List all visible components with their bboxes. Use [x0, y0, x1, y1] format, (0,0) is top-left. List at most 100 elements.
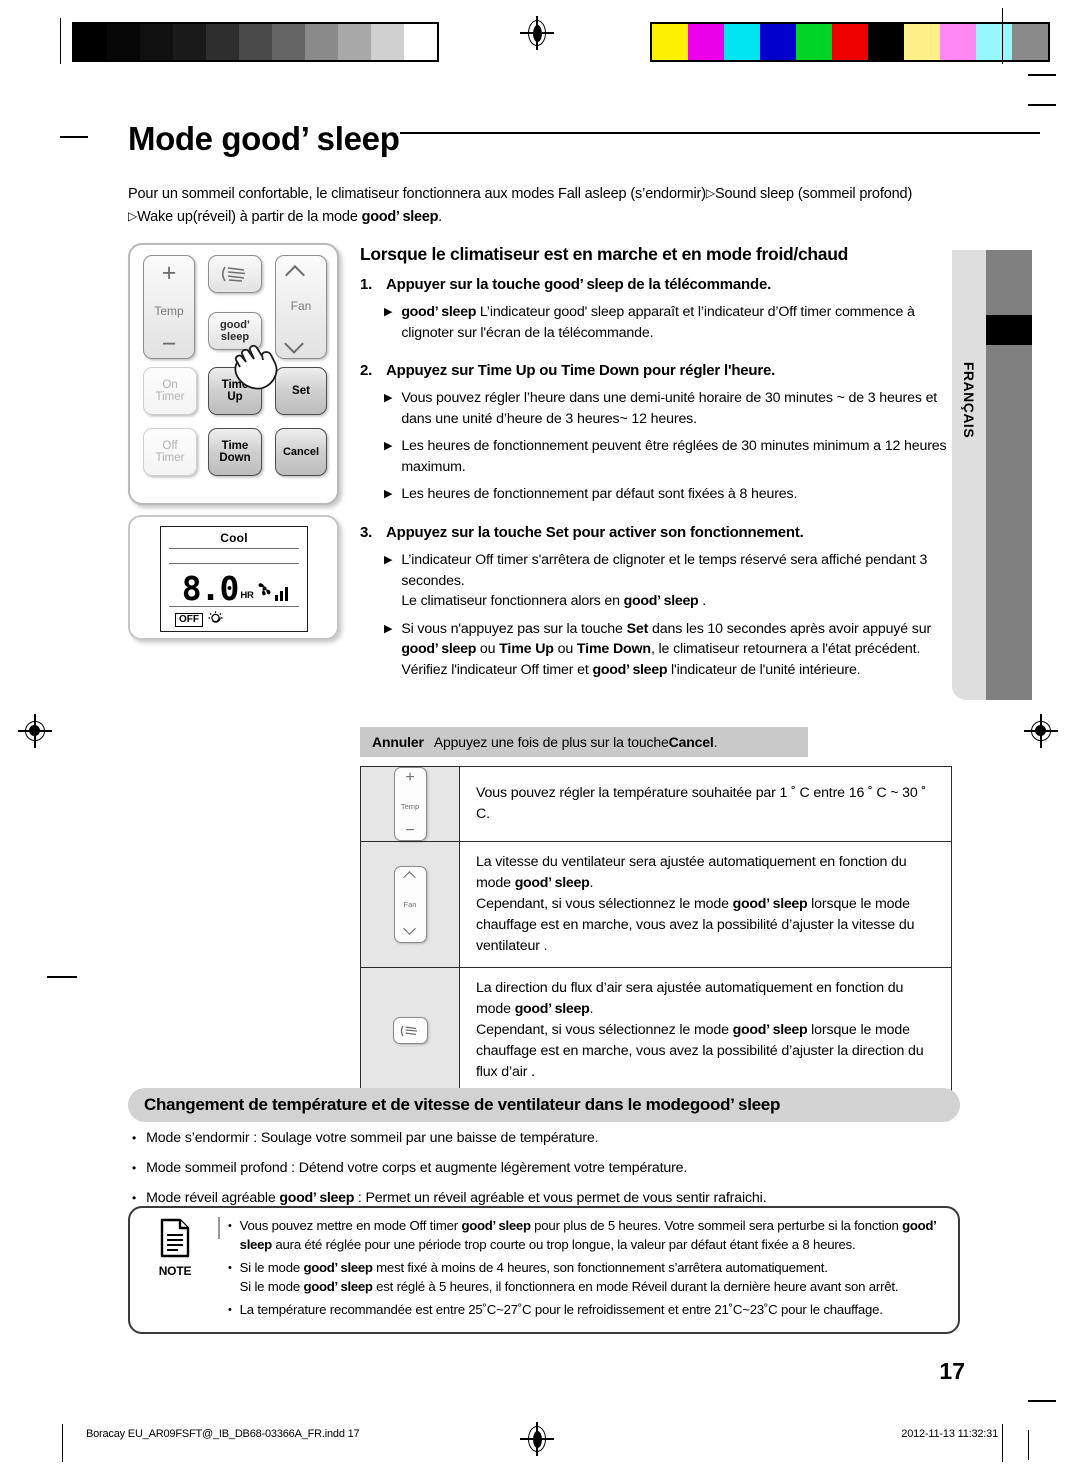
note-item-2: Si le mode good’ sleep mest fixé à moins…	[240, 1259, 899, 1296]
n1-p3: aura été réglée pour une période trop co…	[271, 1236, 856, 1252]
table-icon-cell-temp: + Temp −	[360, 766, 460, 842]
thumb-index-marker	[986, 315, 1032, 345]
remote-on-timer-key[interactable]: On Timer	[143, 367, 197, 415]
section-band-heading: Changement de température et de vitesse …	[128, 1088, 960, 1122]
step-2-sub-2: ▶ Les heures de fonctionnement peuvent ê…	[360, 436, 960, 477]
remote-temp-key[interactable]: + Temp −	[143, 255, 195, 359]
step-1-brand: good’ sleep	[544, 276, 624, 293]
good-sleep-indicator-icon	[207, 610, 224, 630]
chevron-up-icon	[404, 873, 416, 880]
step-2-sub-1-text: Vous pouvez régler l’heure dans une demi…	[401, 390, 938, 427]
remote-time-down-key[interactable]: Time Down	[208, 428, 262, 476]
intro-paragraph: Pour un sommeil confortable, le climatis…	[128, 182, 958, 228]
table-text-cell-temp: Vous pouvez régler la température souhai…	[459, 766, 952, 842]
page-title-brand: good’ sleep	[221, 120, 400, 157]
step-3-sub-1-line1: L’indicateur Off timer s'arrêtera de cli…	[401, 552, 928, 589]
lcd-mode-label: Cool	[220, 531, 248, 545]
n2-l2p1: Si le mode	[239, 1278, 304, 1294]
band-brand: good’ sleep	[689, 1095, 781, 1114]
n2-p2: mest fixé à moins de 4 heures, son fonct…	[372, 1260, 828, 1275]
triangle-bullet-icon-2: ▷	[128, 209, 138, 223]
fan-p1-b: .	[589, 875, 594, 891]
off-timer-line2: Timer	[155, 452, 185, 464]
intro-line1a: Pour un sommeil confortable, le climatis…	[128, 186, 706, 202]
table-text-cell-swing: La direction du flux d’air sera ajustée …	[459, 967, 952, 1094]
print-footer: Boracay EU_AR09FSFT@_IB_DB68-03366A_FR.i…	[0, 1400, 1080, 1464]
swing-icon	[221, 266, 246, 282]
s3s2-b1: Set	[626, 620, 649, 637]
triangle-marker-icon: ▶	[384, 488, 393, 500]
n1-brand1: good’ sleep	[461, 1218, 531, 1233]
n2-brand1: good’ sleep	[303, 1260, 373, 1275]
list-item: • Mode réveil agréable good’ sleep : Per…	[128, 1188, 968, 1208]
n2-p1: Si le mode	[239, 1260, 304, 1275]
step-3: 3. Appuyez sur la touche Set pour active…	[360, 522, 960, 543]
note-label: NOTE	[158, 1264, 192, 1278]
on-timer-line1: On	[162, 378, 178, 391]
table-row: Fan La vitesse du ventilateur sera ajust…	[360, 841, 952, 968]
page-title: Mode good’ sleep	[128, 118, 400, 160]
n2-l2brand: good’ sleep	[303, 1278, 373, 1294]
step-3-sub-2: ▶ Si vous n'appuyez pas sur la touche Se…	[360, 619, 960, 681]
on-timer-line2: Timer	[155, 391, 185, 403]
page-edge-thumb-index	[986, 250, 1032, 700]
swing-p1-b: .	[589, 1001, 594, 1017]
intro-line2a: Wake up(réveil) à partir de la mode	[137, 209, 362, 225]
s3s2-brand1: good’ sleep	[401, 641, 477, 657]
off-timer-line1: Off	[162, 439, 178, 452]
step-1-sub-1-text: good’ sleep L’indicateur good' sleep app…	[401, 302, 960, 343]
set-key-label: Set	[292, 384, 310, 397]
swing-p2-brand: good’ sleep	[732, 1022, 808, 1038]
band-text: Changement de température et de vitesse …	[144, 1095, 690, 1114]
step-3-sub-1-line2b: .	[698, 593, 707, 609]
lcd-divider-1	[169, 548, 299, 549]
remote-control-illustration: + Temp − good’ sleep Fan On Timer Time U…	[128, 243, 343, 505]
step-2-sub-3-text: Les heures de fonctionnement par défaut …	[401, 486, 798, 502]
table-text-cell-fan: La vitesse du ventilateur sera ajustée a…	[459, 841, 952, 968]
fan-description-1: La vitesse du ventilateur sera ajustée a…	[476, 852, 937, 894]
temp-key-icon: + Temp −	[393, 767, 427, 841]
table-row: + Temp − Vous pouvez régler la températu…	[360, 766, 952, 842]
n1-p1: Vous pouvez mettre en mode Off timer	[239, 1218, 462, 1233]
remote-swing-key[interactable]	[208, 255, 262, 293]
triangle-marker-icon: ▶	[384, 392, 393, 404]
intro-line2b: .	[438, 209, 443, 225]
footer-timestamp: 2012-11-13 11:32:31	[901, 1428, 998, 1440]
step-3-sub-1-text: L’indicateur Off timer s'arrêtera de cli…	[401, 550, 960, 612]
bullet-dot-icon: •	[228, 1220, 232, 1232]
plus-icon: +	[161, 259, 177, 287]
cancel-key-label: Cancel	[282, 445, 320, 458]
lcd-value: 8.0	[181, 569, 240, 608]
note-document-icon	[160, 1218, 190, 1258]
step-2-number: 2.	[360, 362, 373, 379]
step-2-text: Appuyez sur Time Up ou Time Down pour ré…	[386, 362, 776, 379]
bullet-dot-icon: •	[228, 1304, 232, 1316]
key-behavior-table: + Temp − Vous pouvez régler la températu…	[360, 766, 952, 1094]
bullet-dot-icon: •	[132, 1191, 137, 1205]
remote-off-timer-key[interactable]: Off Timer	[143, 428, 197, 476]
step-1-text-a: Appuyer sur la touche	[386, 276, 545, 293]
step-2-sub-2-text: Les heures de fonctionnement peuvent êtr…	[401, 438, 947, 475]
lcd-screen: Cool 8.0 HR OFF	[160, 526, 308, 632]
note-divider	[218, 1217, 220, 1239]
bullet-2-text: Mode sommeil profond : Détend votre corp…	[146, 1160, 688, 1176]
time-down-line1: Time	[221, 439, 249, 452]
remote-body: + Temp − good’ sleep Fan On Timer Time U…	[128, 243, 339, 505]
n1-p2: pour plus de 5 heures. Votre sommeil ser…	[530, 1218, 903, 1233]
cancel-band-label: Annuler	[372, 734, 424, 750]
list-item: • La température recommandée est entre 2…	[228, 1301, 946, 1320]
triangle-bullet-icon: ▷	[705, 186, 715, 200]
triangle-marker-icon: ▶	[384, 440, 393, 452]
chevron-up-icon	[293, 265, 310, 274]
step-1: 1. Appuyer sur la touche good’ sleep de …	[360, 274, 960, 295]
lcd-value-row: 8.0 HR	[161, 564, 307, 608]
note-item-1: Vous pouvez mettre en mode Off timer goo…	[240, 1217, 946, 1254]
remote-cancel-key[interactable]: Cancel	[275, 428, 327, 476]
n2-l2p2: est réglé à 5 heures, il fonctionnera en…	[372, 1278, 899, 1294]
note-icon-group: NOTE	[144, 1218, 206, 1278]
lcd-bottom-row: OFF	[161, 607, 307, 630]
chevron-down-icon	[293, 339, 310, 348]
registration-mark-bottom	[520, 1422, 554, 1456]
plus-icon: +	[405, 769, 415, 786]
cancel-band-bold: Cancel	[668, 734, 714, 750]
